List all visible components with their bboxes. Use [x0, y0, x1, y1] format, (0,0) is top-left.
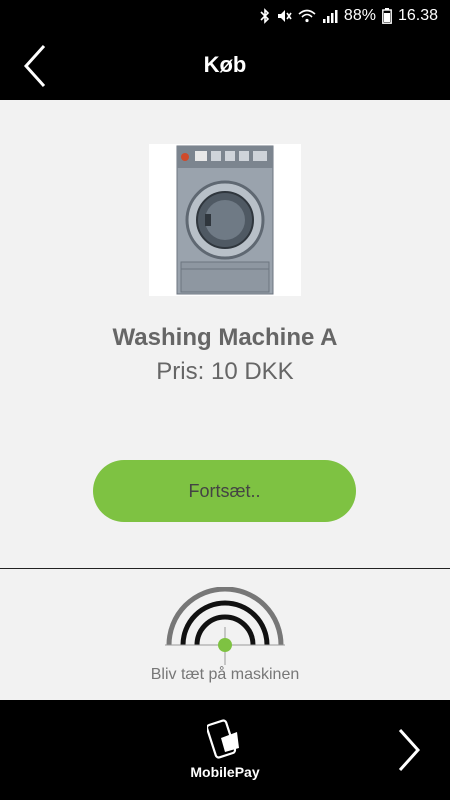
signal-icon: [322, 9, 338, 23]
footer-bar: MobilePay: [0, 700, 450, 800]
product-name: Washing Machine A: [112, 324, 338, 351]
product-price: Pris: 10 DKK: [156, 358, 294, 385]
clock: 16.38: [397, 7, 438, 24]
page-title: Køb: [203, 52, 247, 77]
battery-percent: 88%: [343, 7, 376, 24]
status-icons: 88% 16.38: [260, 5, 438, 27]
bluetooth-icon: [260, 8, 270, 24]
mute-icon: [276, 8, 292, 24]
mobilepay-icon: [207, 719, 239, 759]
next-button[interactable]: [394, 726, 424, 774]
washing-machine-image: [149, 144, 301, 296]
continue-button[interactable]: Fortsæt..: [93, 460, 356, 522]
status-bar: 88% 16.38: [0, 0, 450, 32]
proximity-signal-icon: [165, 586, 285, 667]
mobilepay-label: MobilePay: [190, 764, 260, 780]
app-header: Køb: [0, 32, 450, 100]
chevron-right-icon: [398, 728, 421, 772]
proximity-hint: Bliv tæt på maskinen: [150, 666, 300, 683]
wifi-icon: [298, 9, 316, 23]
battery-icon: [382, 8, 392, 24]
product-panel: Washing Machine A Pris: 10 DKK Fortsæt..: [0, 100, 450, 568]
mobilepay-button[interactable]: MobilePay: [180, 718, 270, 788]
proximity-section: Bliv tæt på maskinen: [0, 569, 450, 700]
